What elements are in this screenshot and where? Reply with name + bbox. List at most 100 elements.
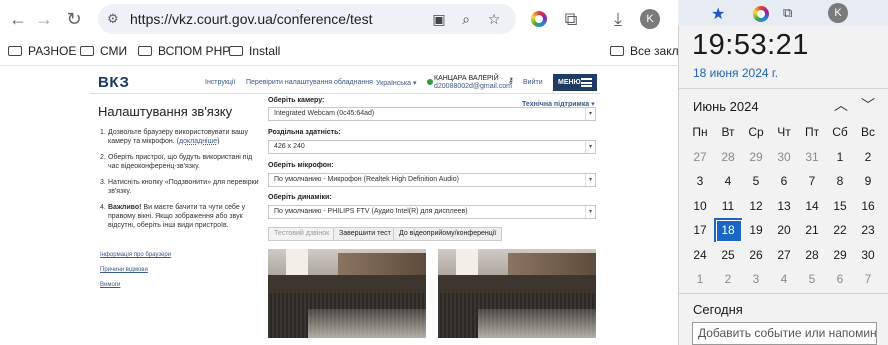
key-icon[interactable]: ⚷ (508, 76, 514, 85)
menu-button[interactable]: МЕНЮ (553, 74, 597, 91)
camera-icon[interactable]: ▣ (430, 10, 448, 28)
bookmark-vspom-php[interactable]: ВСПОМ PHP (138, 44, 230, 58)
important-label: Важливо! (108, 204, 142, 211)
link-instructions[interactable]: Інструкції (205, 79, 235, 86)
calendar-day[interactable]: 30 (854, 243, 882, 267)
calendar-day[interactable]: 3 (742, 267, 770, 291)
go-to-conference-button[interactable]: До відеоприйому/конференції (393, 227, 503, 241)
logout-link[interactable]: Вийти (523, 79, 543, 86)
calendar-day[interactable]: 31 (798, 145, 826, 169)
speakers-select[interactable]: По умолчанию - PHILIPS FTV (Аудио Intel(… (268, 205, 596, 219)
address-bar[interactable]: ⚙ https://vkz.court.gov.ua/conference/te… (98, 4, 516, 34)
calendar-day[interactable]: 22 (826, 218, 854, 242)
zoom-icon[interactable]: ⌕ (457, 10, 475, 28)
calendar-day[interactable]: 21 (798, 218, 826, 242)
calendar-day[interactable]: 1 (826, 145, 854, 169)
link-check-equipment[interactable]: Перевірити налаштування обладнання (246, 79, 373, 86)
add-event-input[interactable]: Добавить событие или напоминан (692, 322, 877, 345)
month-title[interactable]: Июнь 2024 (693, 99, 759, 114)
weekday-header: Вт (721, 125, 735, 139)
extension-icon[interactable] (531, 11, 547, 27)
bookmark-star-active-icon[interactable]: ★ (711, 4, 725, 24)
calendar-day[interactable]: 4 (714, 169, 742, 193)
weekday-header: Вс (860, 125, 875, 139)
link-browser-info[interactable]: Інформація про браузери (100, 252, 171, 258)
calendar-day[interactable]: 26 (742, 243, 770, 267)
step-number: 2. (100, 154, 106, 161)
weekday-header: Ср (748, 125, 764, 139)
details-link[interactable]: докладніше (179, 138, 217, 145)
extension-icon[interactable] (753, 6, 769, 22)
bookmark-smi[interactable]: СМИ (80, 44, 127, 58)
calendar-day[interactable]: 28 (798, 243, 826, 267)
calendar-day[interactable]: 28 (714, 145, 742, 169)
calendar-day[interactable]: 14 (798, 194, 826, 218)
calendar-day[interactable]: 9 (854, 169, 882, 193)
reload-icon[interactable]: ↻ (62, 7, 86, 31)
calendar-day[interactable]: 19 (742, 218, 770, 242)
bookmark-install[interactable]: Install (229, 44, 280, 58)
calendar-day[interactable]: 10 (686, 194, 714, 218)
download-icon[interactable]: ⤓ (606, 7, 630, 31)
calendar-day[interactable]: 2 (714, 267, 742, 291)
calendar-day[interactable]: 6 (826, 267, 854, 291)
microphone-select[interactable]: По умолчанию - Микрофон (Realtek High De… (268, 173, 596, 187)
calendar-day[interactable]: 2 (854, 145, 882, 169)
bookmark-label: СМИ (100, 44, 128, 58)
calendar-day[interactable]: 12 (742, 194, 770, 218)
calendar-day[interactable]: 8 (826, 169, 854, 193)
language-select[interactable]: Українська ▾ (376, 79, 417, 87)
remote-video-preview (438, 249, 596, 338)
calendar-day[interactable]: 11 (714, 194, 742, 218)
calendar-day[interactable]: 30 (770, 145, 798, 169)
calendar-day[interactable]: 16 (854, 194, 882, 218)
previous-month-icon[interactable]: ︿ (832, 96, 850, 114)
forward-icon[interactable]: → (32, 7, 56, 31)
calendar-day[interactable]: 23 (854, 218, 882, 242)
step-2: 2. Оберіть пристрої, що будуть використа… (100, 153, 260, 171)
calendar-day[interactable]: 7 (798, 169, 826, 193)
puzzle-icon[interactable]: ⧉ (559, 7, 583, 31)
puzzle-icon[interactable]: ⧉ (783, 5, 797, 20)
calendar-day[interactable]: 29 (742, 145, 770, 169)
folder-icon (229, 46, 243, 56)
profile-avatar[interactable]: K (828, 3, 848, 23)
back-icon[interactable]: ← (6, 7, 30, 31)
test-call-button[interactable]: Тестовий дзвінок (268, 227, 336, 241)
site-logo[interactable]: ВКЗ (98, 74, 129, 91)
site-info-icon[interactable]: ⚙ (107, 11, 123, 27)
calendar-day[interactable]: 5 (742, 169, 770, 193)
calendar-day-today[interactable]: 18 (714, 218, 742, 242)
calendar-day[interactable]: 6 (770, 169, 798, 193)
link-failure-reasons[interactable]: Причини відмови (100, 267, 148, 273)
calendar-day[interactable]: 3 (686, 169, 714, 193)
resolution-value: 426 x 240 (274, 143, 305, 150)
calendar-day[interactable]: 25 (714, 243, 742, 267)
step-text: Оберіть пристрої, що будуть використані … (108, 154, 253, 170)
resolution-select[interactable]: 426 x 240 ▾ (268, 140, 596, 154)
calendar-day[interactable]: 20 (770, 218, 798, 242)
calendar-day[interactable]: 27 (686, 145, 714, 169)
bookmark-razne[interactable]: РАЗНОЕ (8, 44, 76, 58)
calendar-day[interactable]: 1 (686, 267, 714, 291)
calendar-day[interactable]: 5 (798, 267, 826, 291)
calendar-day[interactable]: 24 (686, 243, 714, 267)
end-test-button[interactable]: Завершити тест (333, 227, 397, 241)
calendar-day[interactable]: 27 (770, 243, 798, 267)
calendar-day[interactable]: 13 (770, 194, 798, 218)
url-text[interactable]: https://vkz.court.gov.ua/conference/test (130, 11, 373, 27)
step-3: 3. Натисніть кнопку «Подзвонити» для пер… (100, 178, 260, 196)
calendar-day[interactable]: 4 (770, 267, 798, 291)
calendar-day[interactable]: 29 (826, 243, 854, 267)
calendar-day[interactable]: 15 (826, 194, 854, 218)
bookmark-star-icon[interactable]: ☆ (485, 10, 503, 28)
instruction-steps: 1. Дозвольте браузеру використовувати ва… (100, 128, 260, 237)
date-link[interactable]: 18 июня 2024 г. (693, 66, 778, 80)
next-month-icon[interactable]: ﹀ (859, 96, 877, 114)
folder-icon (610, 46, 624, 56)
profile-avatar[interactable]: K (640, 9, 660, 29)
calendar-day[interactable]: 17 (686, 218, 714, 242)
camera-select[interactable]: Integrated Webcam (0c45:64ad) ▾ (268, 107, 596, 121)
calendar-day[interactable]: 7 (854, 267, 882, 291)
link-requirements[interactable]: Вимоги (100, 282, 120, 288)
